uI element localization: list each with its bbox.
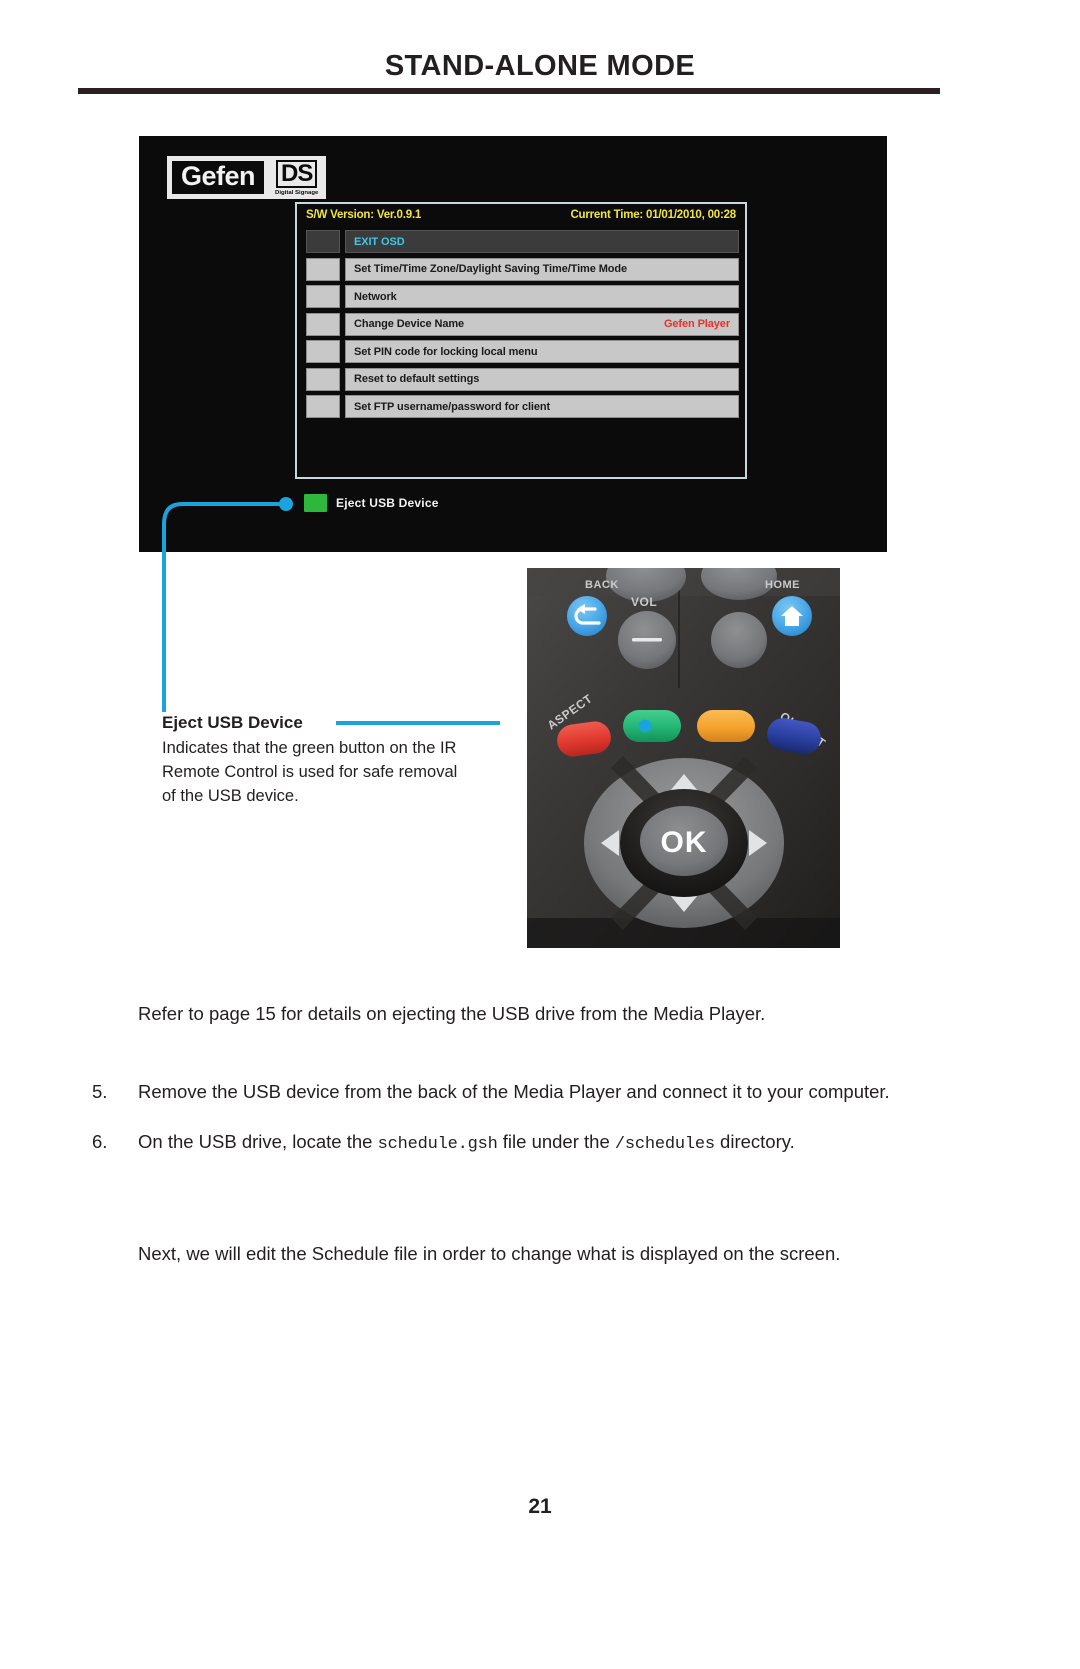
step-6-directory: /schedules (614, 1135, 715, 1155)
sw-version-label: S/W Version: Ver.0.9.1 (306, 209, 422, 221)
osd-menu-item-reset-defaults[interactable]: Reset to default settings (306, 367, 739, 391)
step-6-tail: directory. (714, 1131, 795, 1153)
vol-label: VOL (631, 595, 657, 609)
osd-item-label-wrap: Set Time/Time Zone/Daylight Saving Time/… (345, 257, 739, 281)
osd-eject-usb-row[interactable]: Eject USB Device (304, 494, 439, 512)
gefen-ds-logo: Gefen DS Digital Signage (167, 156, 327, 199)
osd-item-indicator (306, 367, 340, 391)
osd-item-indicator (306, 230, 340, 253)
current-time-label: Current Time: 01/01/2010, 00:28 (570, 209, 736, 221)
osd-item-indicator (306, 285, 340, 308)
channel-down-button (711, 612, 767, 668)
header-divider (78, 88, 940, 94)
osd-menu-item-set-ftp-credentials[interactable]: Set FTP username/password for client (306, 395, 739, 418)
step-6-number: 6. (92, 1131, 108, 1153)
osd-menu-item-exit-osd[interactable]: EXIT OSD (306, 230, 739, 253)
step-6-filename: schedule.gsh (377, 1135, 498, 1155)
step-6-lead: On the USB drive, locate the (138, 1131, 378, 1153)
callout-title: Eject USB Device (162, 713, 303, 732)
step-5-number: 5. (92, 1081, 108, 1102)
osd-item-indicator (306, 340, 340, 363)
callout-body: Indicates that the green button on the I… (162, 738, 458, 806)
osd-item-label: Set Time/Time Zone/Daylight Saving Time/… (354, 263, 628, 275)
ds-logo-block: DS Digital Signage (267, 158, 325, 197)
osd-menu-item-set-pin-code[interactable]: Set PIN code for locking local menu (306, 340, 739, 363)
osd-menu-panel: S/W Version: Ver.0.9.1 Current Time: 01/… (295, 202, 747, 479)
green-button-swatch-icon (304, 494, 327, 512)
osd-item-indicator (306, 257, 340, 281)
ds-initials: DS (276, 160, 318, 188)
ok-label: OK (661, 826, 708, 859)
home-label: HOME (765, 579, 800, 591)
page-number: 21 (528, 1495, 552, 1518)
osd-item-label-wrap: Change Device Name Gefen Player (345, 312, 739, 336)
osd-item-label-wrap: Reset to default settings (345, 367, 739, 391)
osd-item-value: Gefen Player (663, 318, 730, 330)
refer-paragraph: Refer to page 15 for details on ejecting… (138, 1003, 766, 1024)
osd-item-label: Set PIN code for locking local menu (354, 345, 538, 358)
step-6-mid: file under the (497, 1131, 615, 1153)
back-label: BACK (585, 579, 619, 591)
callout-block: Eject USB Device Indicates that the gree… (162, 712, 462, 809)
osd-item-label-wrap: Set PIN code for locking local menu (345, 340, 739, 363)
step-6: 6. On the USB drive, locate the schedule… (92, 1128, 942, 1158)
osd-screenshot: Gefen DS Digital Signage S/W Version: Ve… (139, 136, 887, 552)
page-title: STAND-ALONE MODE (384, 50, 696, 82)
callout-endpoint-dot-green-button (638, 719, 652, 733)
next-paragraph: Next, we will edit the Schedule file in … (138, 1243, 841, 1264)
osd-menu-list: EXIT OSD Set Time/Time Zone/Daylight Sav… (306, 230, 739, 423)
osd-status-bar: S/W Version: Ver.0.9.1 Current Time: 01/… (297, 204, 745, 226)
ir-remote-control-photo: BACK HOME VOL ASPECT OUTPUT OK (527, 568, 840, 948)
osd-item-label: Set FTP username/password for client (354, 400, 551, 413)
gefen-wordmark: Gefen (169, 158, 268, 197)
osd-item-indicator (306, 395, 340, 418)
ds-tagline: Digital Signage (275, 190, 319, 196)
osd-menu-item-network[interactable]: Network (306, 285, 739, 308)
osd-item-label-wrap: Network (345, 285, 739, 308)
green-eject-button (623, 710, 681, 742)
osd-item-label: EXIT OSD (354, 235, 405, 248)
osd-menu-item-change-device-name[interactable]: Change Device Name Gefen Player (306, 312, 739, 336)
osd-item-indicator (306, 312, 340, 336)
numbered-steps-list: 5. Remove the USB device from the back o… (92, 1078, 942, 1180)
osd-item-label: Network (354, 290, 397, 303)
orange-color-button (697, 710, 755, 742)
osd-item-label-wrap: Set FTP username/password for client (345, 395, 739, 418)
minus-icon (632, 638, 662, 642)
osd-item-label-wrap: EXIT OSD (345, 230, 739, 253)
osd-item-label: Change Device Name (354, 318, 465, 330)
osd-item-label: Reset to default settings (354, 373, 480, 385)
osd-eject-usb-label: Eject USB Device (336, 496, 439, 510)
back-button (567, 596, 607, 636)
osd-menu-item-set-time[interactable]: Set Time/Time Zone/Daylight Saving Time/… (306, 257, 739, 281)
step-6-text: On the USB drive, locate the schedule.gs… (138, 1128, 942, 1158)
step-5-text: Remove the USB device from the back of t… (138, 1081, 890, 1102)
step-5: 5. Remove the USB device from the back o… (92, 1078, 942, 1106)
